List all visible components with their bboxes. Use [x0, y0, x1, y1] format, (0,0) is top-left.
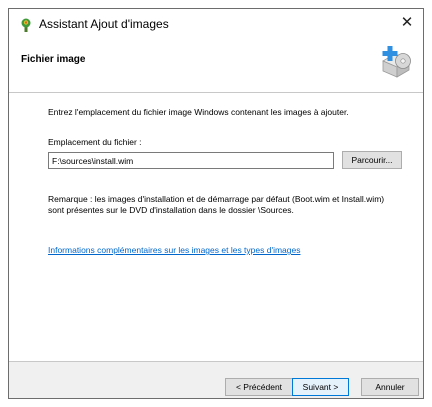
page-title: Fichier image [21, 54, 86, 65]
wizard-window: Assistant Ajout d'images ✕ Fichier image… [8, 8, 424, 399]
wizard-app-icon [19, 18, 33, 32]
title-bar[interactable]: Assistant Ajout d'images ✕ [9, 9, 423, 39]
wizard-footer: < Précédent Suivant > Annuler [9, 362, 423, 398]
previous-button[interactable]: < Précédent [225, 378, 293, 396]
browse-button[interactable]: Parcourir... [342, 151, 402, 169]
file-location-input[interactable] [48, 152, 334, 169]
window-top-strip [8, 0, 424, 8]
file-location-label: Emplacement du fichier : [48, 137, 142, 147]
window-title: Assistant Ajout d'images [39, 17, 169, 31]
wizard-content: Entrez l'emplacement du fichier image Wi… [9, 93, 423, 361]
instruction-text: Entrez l'emplacement du fichier image Wi… [48, 107, 349, 117]
image-add-icon [375, 39, 417, 81]
wizard-header: Fichier image [9, 39, 423, 99]
close-icon[interactable]: ✕ [397, 13, 417, 33]
remark-text: Remarque : les images d'installation et … [48, 194, 385, 215]
cancel-button[interactable]: Annuler [361, 378, 419, 396]
more-info-link[interactable]: Informations complémentaires sur les ima… [48, 245, 300, 255]
next-button[interactable]: Suivant > [292, 378, 349, 396]
